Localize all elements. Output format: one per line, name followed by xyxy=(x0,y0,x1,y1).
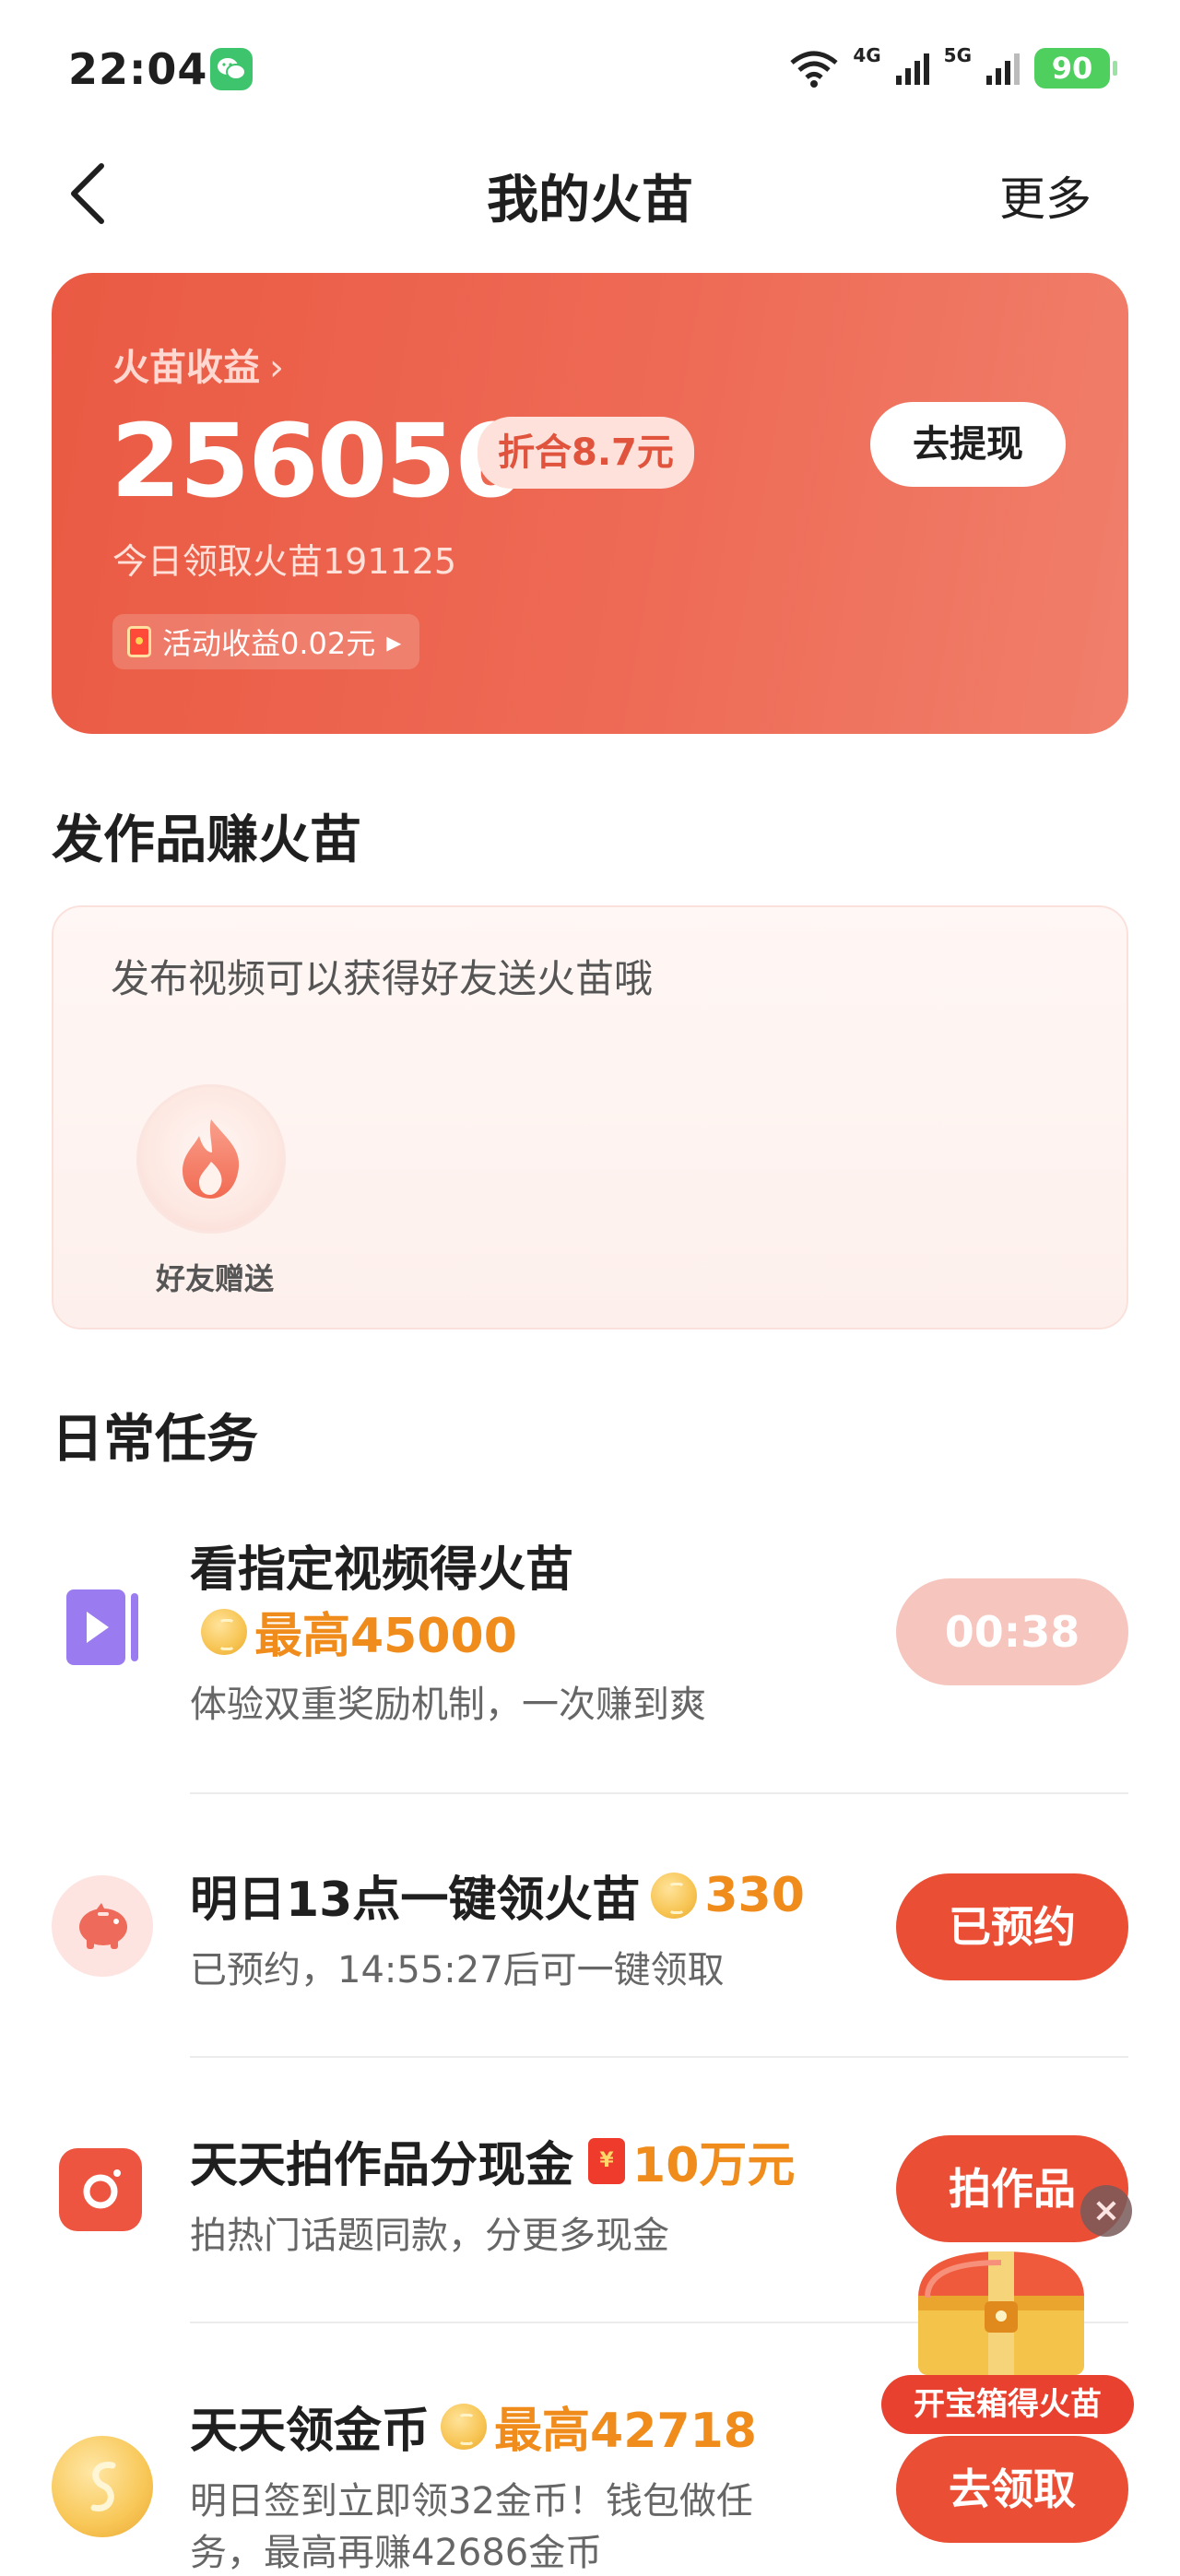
activity-earnings-chip[interactable]: 活动收益0.02元 ▸ xyxy=(112,614,420,669)
task-title-row: 天天领金币 最高42718 xyxy=(190,2392,757,2461)
task-title-row: 天天拍作品分现金 10万元 xyxy=(190,2126,795,2195)
earnings-label-link[interactable]: 火苗收益 › xyxy=(112,337,284,391)
task-title: 天天拍作品分现金 xyxy=(190,2138,574,2193)
treasure-chest-icon xyxy=(918,2251,1084,2375)
friend-gift-item[interactable]: 好友赠送 xyxy=(136,1084,291,1296)
nav-bar: 我的火苗 更多 xyxy=(0,138,1180,249)
works-card: 发布视频可以获得好友送火苗哦 好友赠送 xyxy=(52,905,1128,1329)
task-subtitle-line1: 明日签到立即领32金币！钱包做任 xyxy=(190,2480,753,2523)
task-title: 看指定视频得火苗 xyxy=(190,1542,574,1598)
task-reward-text: 最高42718 xyxy=(494,2404,757,2459)
more-button[interactable]: 更多 xyxy=(999,162,1092,229)
task-title: 天天领金币 xyxy=(190,2404,431,2459)
video-play-icon xyxy=(66,1589,138,1665)
coin-icon xyxy=(201,1608,247,1655)
task-claim-button[interactable]: 去领取 xyxy=(896,2436,1128,2543)
network-5g-label: 5G xyxy=(943,44,972,66)
earnings-value: 256056 xyxy=(111,402,525,520)
treasure-chest-widget[interactable]: × 开宝箱得火苗 xyxy=(881,2185,1139,2434)
earnings-label: 火苗收益 xyxy=(112,347,260,389)
red-packet-icon xyxy=(588,2137,626,2184)
divider xyxy=(190,1792,1128,1794)
wifi-icon xyxy=(790,51,838,88)
works-hint: 发布视频可以获得好友送火苗哦 xyxy=(111,956,654,1001)
activity-earnings-text: 活动收益0.02元 xyxy=(162,626,376,661)
withdraw-button[interactable]: 去提现 xyxy=(870,402,1066,487)
earnings-card: 火苗收益 › 256056 折合8.7元 去提现 今日领取火苗191125 活动收… xyxy=(52,273,1128,734)
network-4g-label: 4G xyxy=(853,44,881,66)
task-reward-text: 330 xyxy=(704,1867,805,1923)
caret-right-icon: ▸ xyxy=(386,624,402,659)
task-reward-text: 最高45000 xyxy=(254,1609,517,1664)
earnings-worth-badge: 折合8.7元 xyxy=(478,417,694,489)
coin-icon xyxy=(441,2403,488,2450)
wechat-notification-icon xyxy=(210,48,253,90)
signal-5g-icon xyxy=(986,53,1020,85)
status-time: 22:04 xyxy=(68,44,208,94)
task-subtitle: 体验双重奖励机制，一次赚到爽 xyxy=(190,1684,706,1726)
camera-icon xyxy=(59,2148,142,2231)
task-subtitle: 拍热门话题同款，分更多现金 xyxy=(190,2215,669,2257)
divider xyxy=(190,2056,1128,2058)
friend-gift-label: 好友赠送 xyxy=(155,1261,274,1296)
piggy-bank-icon xyxy=(52,1875,153,1977)
task-countdown-button[interactable]: 00:38 xyxy=(896,1578,1128,1685)
flame-icon xyxy=(183,1119,240,1199)
battery-indicator: 90 xyxy=(1034,48,1117,89)
works-section-title: 发作品赚火苗 xyxy=(52,810,361,870)
task-title: 明日13点一键领火苗 xyxy=(190,1873,641,1928)
treasure-close-button[interactable]: × xyxy=(1080,2185,1132,2237)
red-packet-icon xyxy=(127,626,151,657)
gold-coin-icon xyxy=(52,2436,153,2537)
signal-4g-icon xyxy=(895,53,929,85)
task-title-row: 明日13点一键领火苗 330 xyxy=(190,1861,805,1930)
status-indicators: 4G 5G 90 xyxy=(788,44,1117,92)
task-reward-text: 10万元 xyxy=(632,2138,796,2193)
task-subtitle-line2: 务，最高再赚42686金币 xyxy=(190,2532,603,2574)
treasure-label: 开宝箱得火苗 xyxy=(881,2375,1134,2434)
status-bar: 22:04 4G 5G 90 xyxy=(0,0,1180,138)
chevron-right-icon: › xyxy=(269,347,284,389)
task-reserved-button[interactable]: 已预约 xyxy=(896,1873,1128,1980)
coin-icon xyxy=(651,1872,698,1919)
today-received: 今日领取火苗191125 xyxy=(112,541,457,582)
battery-level: 90 xyxy=(1051,51,1093,86)
task-subtitle: 已预约，14:55:27后可一键领取 xyxy=(190,1949,725,1991)
task-reward: 最高45000 xyxy=(190,1597,517,1666)
flame-bubble xyxy=(136,1084,286,1234)
tasks-section-title: 日常任务 xyxy=(52,1410,258,1470)
